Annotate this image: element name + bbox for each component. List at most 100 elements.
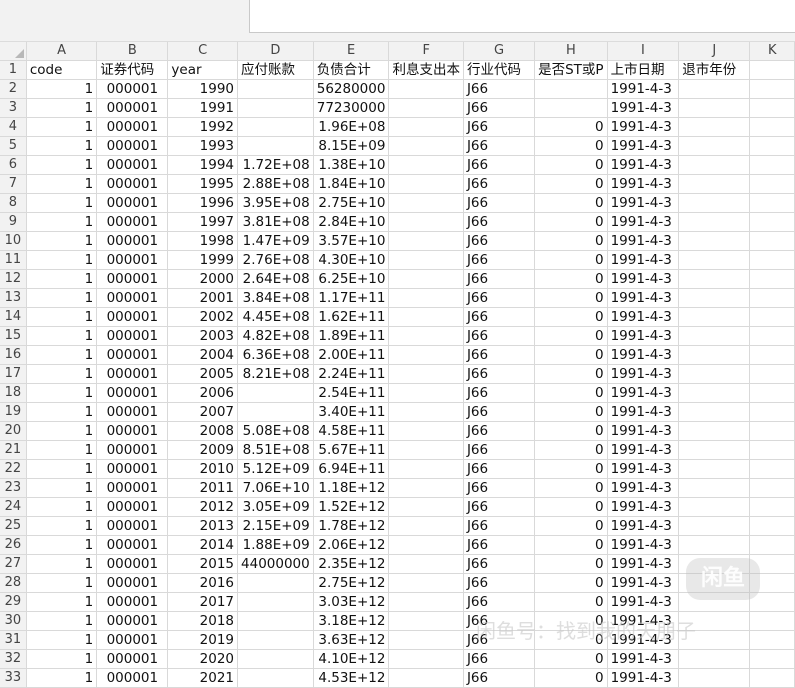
cell-f[interactable] <box>388 174 464 194</box>
cell-k[interactable] <box>749 516 795 536</box>
cell-k[interactable] <box>749 326 795 346</box>
cell-i[interactable]: 1991-4-3 <box>607 592 680 612</box>
cell-i[interactable]: 1991-4-3 <box>607 98 680 118</box>
column-header-h[interactable]: H <box>534 42 608 61</box>
cell-d[interactable]: 4.82E+08 <box>237 326 314 346</box>
cell-a[interactable]: 1 <box>26 250 98 270</box>
cell-e[interactable]: 56280000 <box>313 79 390 99</box>
cell-h[interactable]: 0 <box>534 117 608 137</box>
cell-c[interactable]: year <box>167 60 239 80</box>
cell-h[interactable]: 0 <box>534 345 608 365</box>
cell-j[interactable] <box>678 459 751 479</box>
row-header[interactable]: 28 <box>0 573 27 593</box>
cell-g[interactable]: J66 <box>463 98 536 118</box>
column-header-b[interactable]: B <box>96 42 169 61</box>
cell-e[interactable]: 1.62E+11 <box>313 307 390 327</box>
cell-i[interactable]: 1991-4-3 <box>607 307 680 327</box>
cell-c[interactable]: 1990 <box>167 79 239 99</box>
row-header[interactable]: 33 <box>0 668 27 688</box>
row-header[interactable]: 23 <box>0 478 27 498</box>
cell-g[interactable]: J66 <box>463 535 536 555</box>
row-header[interactable]: 8 <box>0 193 27 213</box>
column-header-d[interactable]: D <box>237 42 314 61</box>
cell-b[interactable]: 000001 <box>96 402 169 422</box>
cell-i[interactable]: 1991-4-3 <box>607 79 680 99</box>
cell-i[interactable]: 1991-4-3 <box>607 535 680 555</box>
cell-f[interactable] <box>388 497 464 517</box>
cell-g[interactable]: J66 <box>463 193 536 213</box>
cell-j[interactable] <box>678 155 751 175</box>
cell-h[interactable]: 0 <box>534 326 608 346</box>
cell-d[interactable] <box>237 592 314 612</box>
cell-e[interactable]: 4.53E+12 <box>313 668 390 688</box>
cell-b[interactable]: 000001 <box>96 554 169 574</box>
column-header-e[interactable]: E <box>313 42 390 61</box>
cell-j[interactable] <box>678 269 751 289</box>
cell-a[interactable]: 1 <box>26 421 98 441</box>
cell-a[interactable]: 1 <box>26 497 98 517</box>
cell-h[interactable] <box>534 98 608 118</box>
cell-f[interactable] <box>388 212 464 232</box>
cell-d[interactable] <box>237 402 314 422</box>
cell-i[interactable]: 1991-4-3 <box>607 459 680 479</box>
cell-a[interactable]: 1 <box>26 174 98 194</box>
cell-e[interactable]: 3.18E+12 <box>313 611 390 631</box>
cell-c[interactable]: 2020 <box>167 649 239 669</box>
column-header-j[interactable]: J <box>678 42 751 61</box>
cell-h[interactable]: 0 <box>534 535 608 555</box>
cell-e[interactable]: 2.35E+12 <box>313 554 390 574</box>
cell-k[interactable] <box>749 117 795 137</box>
cell-k[interactable] <box>749 60 795 80</box>
cell-a[interactable]: 1 <box>26 117 98 137</box>
cell-i[interactable]: 1991-4-3 <box>607 383 680 403</box>
cell-a[interactable]: 1 <box>26 98 98 118</box>
cell-b[interactable]: 000001 <box>96 212 169 232</box>
cell-j[interactable] <box>678 288 751 308</box>
cell-h[interactable]: 0 <box>534 573 608 593</box>
cell-c[interactable]: 1991 <box>167 98 239 118</box>
cell-b[interactable]: 000001 <box>96 421 169 441</box>
cell-g[interactable]: J66 <box>463 554 536 574</box>
cell-k[interactable] <box>749 174 795 194</box>
cell-a[interactable]: 1 <box>26 478 98 498</box>
cell-f[interactable] <box>388 136 464 156</box>
row-header[interactable]: 15 <box>0 326 27 346</box>
cell-j[interactable] <box>678 402 751 422</box>
cell-k[interactable] <box>749 288 795 308</box>
cell-b[interactable]: 000001 <box>96 573 169 593</box>
cell-e[interactable]: 1.84E+10 <box>313 174 390 194</box>
cell-d[interactable]: 44000000 <box>237 554 314 574</box>
cell-a[interactable]: 1 <box>26 79 98 99</box>
cell-e[interactable]: 2.00E+11 <box>313 345 390 365</box>
cell-f[interactable] <box>388 440 464 460</box>
formula-bar-input[interactable] <box>249 0 795 33</box>
cell-k[interactable] <box>749 535 795 555</box>
cell-e[interactable]: 1.18E+12 <box>313 478 390 498</box>
cell-d[interactable]: 2.64E+08 <box>237 269 314 289</box>
cell-a[interactable]: 1 <box>26 364 98 384</box>
cell-h[interactable]: 0 <box>534 383 608 403</box>
cell-i[interactable]: 1991-4-3 <box>607 345 680 365</box>
cell-f[interactable] <box>388 573 464 593</box>
column-header-i[interactable]: I <box>607 42 680 61</box>
cell-a[interactable]: 1 <box>26 592 98 612</box>
cell-j[interactable] <box>678 117 751 137</box>
cell-h[interactable]: 0 <box>534 174 608 194</box>
cell-b[interactable]: 000001 <box>96 592 169 612</box>
cell-e[interactable]: 2.06E+12 <box>313 535 390 555</box>
cell-a[interactable]: 1 <box>26 269 98 289</box>
row-header[interactable]: 10 <box>0 231 27 251</box>
cell-e[interactable]: 5.67E+11 <box>313 440 390 460</box>
cell-h[interactable]: 0 <box>534 402 608 422</box>
cell-b[interactable]: 000001 <box>96 364 169 384</box>
cell-k[interactable] <box>749 193 795 213</box>
row-header[interactable]: 9 <box>0 212 27 232</box>
cell-j[interactable] <box>678 649 751 669</box>
cell-h[interactable]: 0 <box>534 212 608 232</box>
cell-c[interactable]: 1999 <box>167 250 239 270</box>
cell-c[interactable]: 2012 <box>167 497 239 517</box>
cell-a[interactable]: 1 <box>26 459 98 479</box>
cell-b[interactable]: 000001 <box>96 98 169 118</box>
cell-f[interactable] <box>388 592 464 612</box>
cell-g[interactable]: J66 <box>463 136 536 156</box>
